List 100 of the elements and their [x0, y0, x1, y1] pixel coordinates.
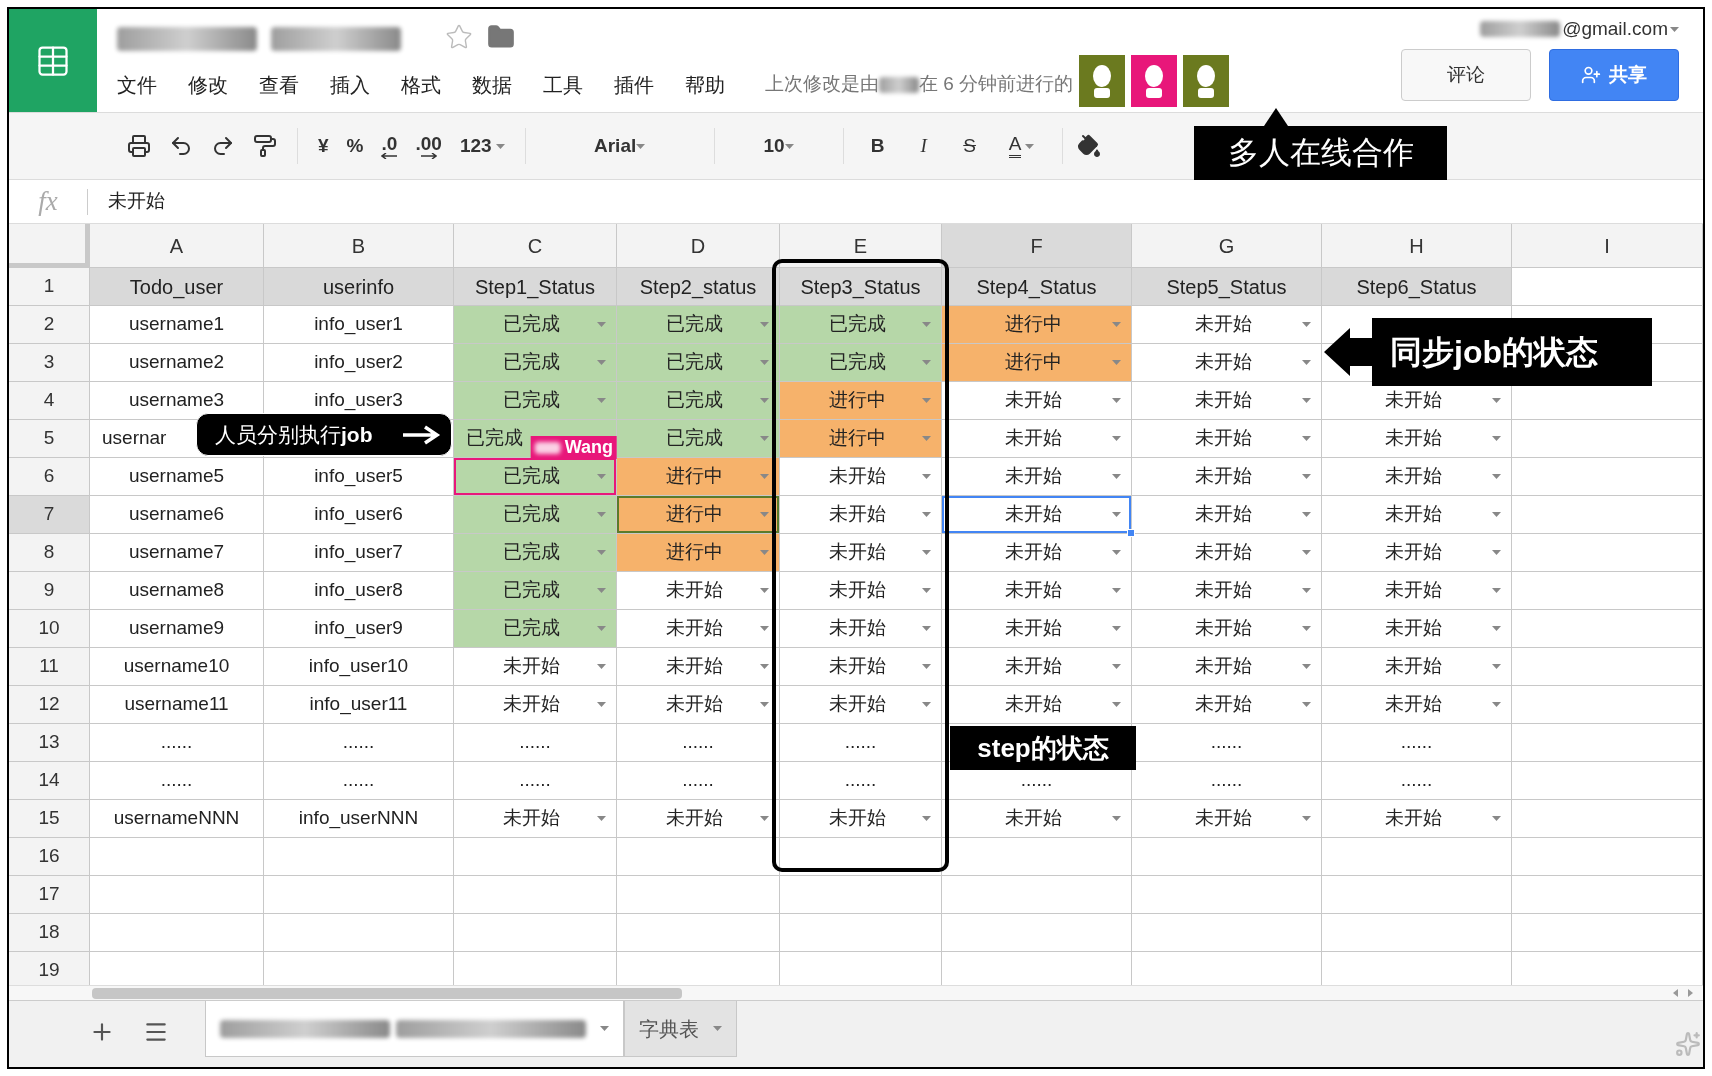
dropdown-cell[interactable]: 未开始	[617, 686, 780, 724]
column-header[interactable]: I	[1512, 224, 1703, 268]
sheet-tab[interactable]: 字典表	[624, 1001, 737, 1057]
dropdown-cell[interactable]: 未开始	[1322, 686, 1512, 724]
dropdown-cell[interactable]: 未开始	[454, 800, 617, 838]
menu-item[interactable]: 文件	[117, 69, 157, 100]
font-dropdown[interactable]: Arial	[539, 129, 700, 163]
font-size-dropdown[interactable]: 10	[728, 129, 829, 163]
dropdown-cell[interactable]: 未开始	[1132, 610, 1322, 648]
menu-item[interactable]: 数据	[472, 69, 512, 100]
dropdown-cell[interactable]: 未开始	[942, 420, 1132, 458]
dropdown-cell[interactable]: 未开始	[1132, 306, 1322, 344]
dropdown-cell[interactable]: 未开始	[454, 648, 617, 686]
dropdown-cell[interactable]: 已完成	[454, 306, 617, 344]
dropdown-cell[interactable]: 已完成	[617, 382, 780, 420]
decrease-decimal-button[interactable]: .0	[375, 129, 404, 163]
dropdown-cell[interactable]: 进行中	[617, 458, 780, 496]
dropdown-cell[interactable]: 未开始	[1132, 572, 1322, 610]
comment-button[interactable]: 评论	[1401, 49, 1531, 101]
scroll-left-icon[interactable]	[1673, 989, 1678, 997]
dropdown-cell[interactable]: 未开始	[942, 572, 1132, 610]
sheets-logo[interactable]	[9, 9, 97, 112]
dropdown-cell[interactable]: 已完成	[454, 382, 617, 420]
dropdown-cell[interactable]: 未开始	[1322, 458, 1512, 496]
dropdown-cell[interactable]: 未开始	[1132, 458, 1322, 496]
row-header[interactable]: 18	[9, 914, 90, 952]
currency-button[interactable]: ¥	[312, 129, 335, 163]
dropdown-cell[interactable]: 未开始	[942, 686, 1132, 724]
dropdown-cell[interactable]: 未开始	[1132, 344, 1322, 382]
dropdown-cell[interactable]: 未开始	[1132, 686, 1322, 724]
dropdown-cell[interactable]: 已完成	[780, 344, 942, 382]
dropdown-cell[interactable]: 未开始	[1322, 496, 1512, 534]
dropdown-cell[interactable]: 未开始	[1322, 572, 1512, 610]
dropdown-cell[interactable]: 未开始	[780, 648, 942, 686]
dropdown-cell[interactable]: 未开始	[780, 610, 942, 648]
paint-format-icon[interactable]	[253, 134, 277, 158]
dropdown-cell[interactable]: 未开始	[617, 648, 780, 686]
menu-item[interactable]: 格式	[401, 69, 441, 100]
dropdown-cell[interactable]: 未开始	[1132, 800, 1322, 838]
dropdown-cell[interactable]: 未开始	[780, 686, 942, 724]
dropdown-cell[interactable]: 未开始	[454, 686, 617, 724]
row-header[interactable]: 2	[9, 306, 90, 344]
row-header[interactable]: 14	[9, 762, 90, 800]
dropdown-cell[interactable]: 进行中	[617, 534, 780, 572]
column-header[interactable]: C	[454, 224, 617, 268]
menu-item[interactable]: 帮助	[685, 69, 725, 100]
dropdown-cell[interactable]: 未开始	[1322, 800, 1512, 838]
dropdown-cell[interactable]: 已完成	[617, 344, 780, 382]
menu-item[interactable]: 修改	[188, 69, 228, 100]
share-button[interactable]: 共享	[1549, 49, 1679, 101]
italic-button[interactable]: I	[903, 129, 944, 163]
fill-color-icon[interactable]	[1076, 134, 1101, 158]
row-header[interactable]: 9	[9, 572, 90, 610]
increase-decimal-button[interactable]: .00	[409, 129, 448, 163]
dropdown-cell[interactable]: 未开始	[780, 496, 942, 534]
redo-icon[interactable]	[211, 134, 235, 158]
dropdown-cell[interactable]: 已完成	[454, 344, 617, 382]
dropdown-cell[interactable]: 未开始	[942, 382, 1132, 420]
dropdown-cell[interactable]: 未开始	[942, 648, 1132, 686]
dropdown-cell[interactable]: 已完成	[454, 572, 617, 610]
dropdown-cell[interactable]: 未开始	[780, 458, 942, 496]
dropdown-cell[interactable]: 未开始	[1132, 420, 1322, 458]
column-header[interactable]: G	[1132, 224, 1322, 268]
row-header[interactable]: 6	[9, 458, 90, 496]
percent-button[interactable]: %	[340, 129, 370, 163]
dropdown-cell[interactable]: 未开始	[780, 534, 942, 572]
menu-item[interactable]: 插件	[614, 69, 654, 100]
dropdown-cell[interactable]: 进行中	[780, 420, 942, 458]
row-header[interactable]: 10	[9, 610, 90, 648]
row-header[interactable]: 5	[9, 420, 90, 458]
row-header[interactable]: 16	[9, 838, 90, 876]
dropdown-cell[interactable]: 未开始	[942, 458, 1132, 496]
column-header[interactable]: F	[942, 224, 1132, 268]
column-header[interactable]: A	[90, 224, 264, 268]
column-header[interactable]: E	[780, 224, 942, 268]
dropdown-cell[interactable]: 进行中	[780, 382, 942, 420]
menu-item[interactable]: 插入	[330, 69, 370, 100]
dropdown-cell[interactable]: 已完成	[780, 306, 942, 344]
undo-icon[interactable]	[169, 134, 193, 158]
dropdown-cell[interactable]: 未开始	[1322, 534, 1512, 572]
dropdown-cell[interactable]: 未开始	[1322, 610, 1512, 648]
account-email[interactable]: @gmail.com	[1562, 14, 1668, 44]
row-header[interactable]: 17	[9, 876, 90, 914]
row-header[interactable]: 15	[9, 800, 90, 838]
dropdown-cell[interactable]: 已完成	[454, 610, 617, 648]
dropdown-cell[interactable]: 进行中	[617, 496, 780, 534]
dropdown-cell[interactable]: 未开始	[1322, 420, 1512, 458]
dropdown-cell[interactable]: 已完成	[454, 496, 617, 534]
dropdown-cell[interactable]: 未开始	[1322, 648, 1512, 686]
fill-handle[interactable]	[1127, 529, 1135, 537]
dropdown-cell[interactable]: 进行中	[942, 344, 1132, 382]
menu-item[interactable]: 查看	[259, 69, 299, 100]
dropdown-cell[interactable]: 已完成	[454, 534, 617, 572]
row-header[interactable]: 7	[9, 496, 90, 534]
column-header[interactable]: H	[1322, 224, 1512, 268]
bold-button[interactable]: B	[857, 129, 898, 163]
dropdown-cell[interactable]: 未开始	[617, 610, 780, 648]
row-header[interactable]: 12	[9, 686, 90, 724]
dropdown-cell[interactable]: 已完成	[617, 306, 780, 344]
star-icon[interactable]	[445, 23, 473, 51]
